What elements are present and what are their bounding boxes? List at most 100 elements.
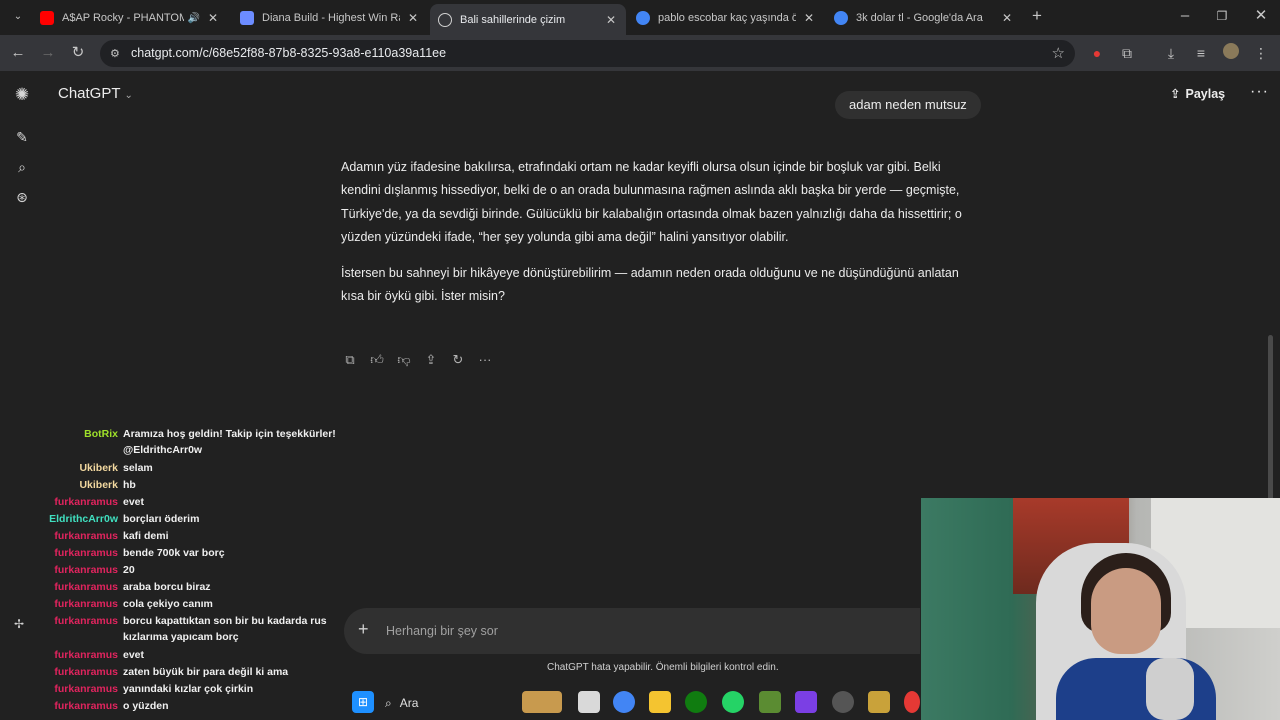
microphone	[1146, 658, 1194, 720]
media-control-icon[interactable]: ≡	[1191, 43, 1211, 63]
whatsapp-icon[interactable]	[722, 691, 744, 713]
speaker-icon[interactable]: 🔊	[188, 13, 200, 24]
browser-tab[interactable]: A$AP Rocky - PHANTOM (I 🔊 ✕	[32, 4, 228, 32]
chat-message: furkanramus 20	[0, 562, 352, 579]
chat-username: furkanramus	[54, 683, 118, 695]
file-explorer-icon[interactable]	[649, 691, 671, 713]
chat-text: borcu kapattıktan son bir bu kadarda rus…	[123, 615, 327, 643]
forward-button[interactable]: →	[38, 43, 58, 63]
extensions-puzzle-icon[interactable]: ⧉	[1117, 43, 1137, 63]
chat-username: furkanramus	[54, 496, 118, 508]
chrome-icon[interactable]	[904, 691, 920, 713]
chrome-icon[interactable]	[613, 691, 635, 713]
browser-tab-strip: ⌄ A$AP Rocky - PHANTOM (I 🔊 ✕ Diana Buil…	[0, 0, 1280, 35]
share-label: Paylaş	[1185, 87, 1226, 101]
reload-button[interactable]: ↻	[68, 43, 88, 63]
chat-username: furkanramus	[54, 649, 118, 661]
thumbs-up-icon[interactable]: 👍︎	[368, 351, 386, 369]
task-view-icon[interactable]	[578, 691, 600, 713]
close-tab-icon[interactable]: ✕	[604, 13, 618, 27]
site-settings-icon[interactable]: ⚙	[110, 47, 123, 60]
disclaimer: ChatGPT hata yapabilir. Önemli bilgileri…	[547, 662, 779, 673]
search-icon[interactable]: ⌕	[12, 157, 32, 177]
chat-text: bende 700k var borç	[123, 547, 225, 559]
chat-username: BotRix	[84, 428, 118, 440]
chat-text: yanındaki kızlar çok çirkin	[123, 683, 254, 695]
chat-username: furkanramus	[54, 564, 118, 576]
assistant-paragraph: İstersen bu sahneyi bir hikâyeye dönüştü…	[341, 266, 959, 304]
more-options-icon[interactable]: ···	[1250, 83, 1269, 101]
tab-search-button[interactable]: ⌄	[8, 7, 28, 27]
browser-tab[interactable]: 3k dolar tl - Google'da Ara ✕	[826, 4, 1022, 32]
chat-text: zaten büyük bir para değil ki ama	[123, 666, 289, 678]
browser-tab[interactable]: pablo escobar kaç yaşında öldü ✕	[628, 4, 824, 32]
chat-text: borçları öderim	[123, 513, 200, 525]
chat-message: BotRix Aramıza hoş geldin! Takip için teş…	[0, 426, 352, 460]
prompt-input[interactable]: Herhangi bir şey sor	[386, 624, 498, 638]
extension-icon[interactable]: ●	[1087, 43, 1107, 63]
chat-message: EldrithcArr0w borçları öderim	[0, 511, 352, 528]
chat-message: furkanramus zaten büyük bir para değil ki…	[0, 664, 352, 681]
download-icon[interactable]: ⤓	[1161, 43, 1181, 63]
tab-title: pablo escobar kaç yaşında öldü	[658, 12, 796, 24]
close-tab-icon[interactable]: ✕	[406, 11, 420, 25]
share-icon: ⇪	[1170, 87, 1181, 101]
back-button[interactable]: ←	[8, 43, 28, 63]
close-tab-icon[interactable]: ✕	[802, 11, 816, 25]
windows-start-icon[interactable]: ⊞	[352, 691, 374, 713]
chat-message: furkanramus cola çekiyo canım	[0, 596, 352, 613]
chat-message: furkanramus bende 700k var borç	[0, 545, 352, 562]
close-tab-icon[interactable]: ✕	[206, 11, 220, 25]
model-selector[interactable]: ChatGPT ⌄	[58, 85, 133, 102]
url-text[interactable]: chatgpt.com/c/68e52f88-87b8-8325-93a8-e1…	[131, 46, 446, 60]
chat-username: Ukiberk	[79, 462, 118, 474]
browser-tab[interactable]: Diana Build - Highest Win Rate ✕	[232, 4, 428, 32]
taskbar-search[interactable]: ⌕ Ara	[385, 691, 505, 715]
google-icon	[834, 11, 848, 25]
regenerate-icon[interactable]: ↻	[449, 351, 467, 369]
user-message: adam neden mutsuz	[835, 91, 981, 119]
chat-username: furkanramus	[54, 615, 118, 627]
close-tab-icon[interactable]: ✕	[1000, 11, 1014, 25]
share-icon[interactable]: ⇪	[422, 351, 440, 369]
app-icon[interactable]	[832, 691, 854, 713]
chat-text: cola çekiyo canım	[123, 598, 213, 610]
new-chat-icon[interactable]: ✎	[12, 127, 32, 147]
league-icon[interactable]	[868, 691, 890, 713]
search-highlight-icon[interactable]	[522, 691, 562, 713]
chat-username: furkanramus	[54, 581, 118, 593]
chat-username: furkanramus	[54, 530, 118, 542]
bookmark-star-icon[interactable]: ☆	[1052, 44, 1065, 62]
copy-icon[interactable]: ⧉	[341, 351, 359, 369]
minimize-button[interactable]: –	[1175, 6, 1195, 26]
assistant-message: Adamın yüz ifadesine bakılırsa, etrafınd…	[341, 156, 981, 322]
app-icon[interactable]	[795, 691, 817, 713]
chat-message: Ukiberk selam	[0, 460, 352, 477]
chat-text: selam	[123, 462, 153, 474]
chat-message: furkanramus evet	[0, 647, 352, 664]
browser-tab-active[interactable]: Bali sahillerinde çizim ✕	[430, 4, 626, 35]
chat-text: kafi demi	[123, 530, 169, 542]
new-tab-button[interactable]: +	[1027, 6, 1047, 26]
xbox-icon[interactable]	[685, 691, 707, 713]
browser-menu-icon[interactable]: ⋮	[1251, 43, 1271, 63]
close-window-button[interactable]: ✕	[1251, 6, 1271, 26]
restore-button[interactable]: ❐	[1212, 6, 1232, 26]
tab-title: Bali sahillerinde çizim	[460, 13, 566, 26]
windows-taskbar: ⊞ ⌕ Ara	[340, 686, 920, 720]
chat-message: furkanramus kafi demi	[0, 528, 352, 545]
omnibox[interactable]: ⚙ chatgpt.com/c/68e52f88-87b8-8325-93a8-…	[100, 40, 1075, 67]
chat-username: Ukiberk	[79, 479, 118, 491]
chat-text: evet	[123, 496, 145, 508]
openai-logo-icon[interactable]: ✺	[12, 85, 32, 105]
profile-avatar[interactable]	[1221, 43, 1241, 63]
library-icon[interactable]: ⊛	[12, 187, 32, 207]
more-icon[interactable]: ···	[476, 351, 494, 369]
share-button[interactable]: ⇪ Paylaş	[1170, 86, 1225, 101]
plus-icon[interactable]: +	[358, 619, 369, 640]
thumbs-down-icon[interactable]: 👎︎	[395, 351, 413, 369]
chat-message: furkanramus borcu kapattıktan son bir bu …	[0, 613, 352, 647]
chat-text: evet	[123, 649, 145, 661]
minecraft-icon[interactable]	[759, 691, 781, 713]
composer[interactable]: + Herhangi bir şey sor	[344, 608, 920, 654]
